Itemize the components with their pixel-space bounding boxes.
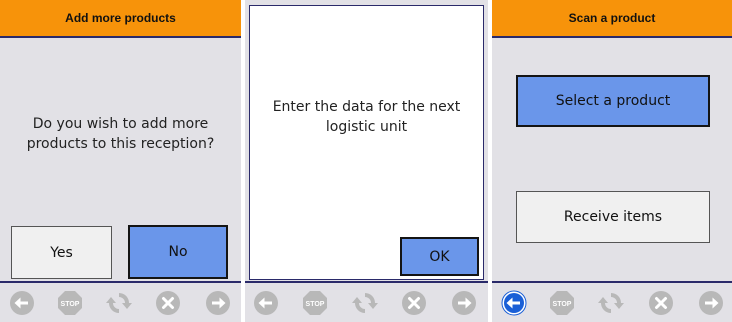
scan-product-screen: Scan a product Select a product Receive …: [492, 0, 732, 322]
navigation-toolbar: STOP: [492, 281, 732, 322]
cancel-icon[interactable]: [648, 290, 674, 316]
forward-arrow-icon[interactable]: [451, 290, 477, 316]
back-arrow-icon[interactable]: [253, 290, 279, 316]
select-product-button[interactable]: Select a product: [516, 75, 710, 127]
stop-icon-label: STOP: [306, 301, 325, 308]
stop-icon[interactable]: STOP: [302, 290, 328, 316]
forward-arrow-icon[interactable]: [205, 290, 231, 316]
ok-button[interactable]: OK: [400, 237, 479, 276]
confirmation-message: Do you wish to add more products to this…: [26, 116, 215, 152]
receive-items-button[interactable]: Receive items: [516, 191, 710, 243]
yes-button[interactable]: Yes: [11, 226, 112, 279]
message-panel: Enter the data for the next logistic uni…: [249, 5, 484, 280]
add-more-products-screen: Add more products Do you wish to add mor…: [0, 0, 241, 322]
back-arrow-icon[interactable]: [501, 290, 527, 316]
refresh-icon[interactable]: [352, 290, 378, 316]
refresh-icon[interactable]: [106, 290, 132, 316]
back-arrow-icon[interactable]: [9, 290, 35, 316]
next-logistic-unit-screen: Enter the data for the next logistic uni…: [245, 0, 488, 322]
navigation-toolbar: STOP: [0, 281, 241, 322]
screen-title: Scan a product: [492, 0, 732, 38]
cancel-icon[interactable]: [155, 290, 181, 316]
stop-icon-label: STOP: [553, 301, 572, 308]
stop-icon-label: STOP: [61, 301, 80, 308]
cancel-icon[interactable]: [401, 290, 427, 316]
screen-title: Add more products: [0, 0, 241, 38]
navigation-toolbar: STOP: [245, 281, 488, 322]
forward-arrow-icon[interactable]: [698, 290, 724, 316]
refresh-icon[interactable]: [598, 290, 624, 316]
no-button[interactable]: No: [128, 225, 228, 279]
instruction-message: Enter the data for the next logistic uni…: [272, 99, 461, 135]
stop-icon[interactable]: STOP: [57, 290, 83, 316]
stop-icon[interactable]: STOP: [549, 290, 575, 316]
